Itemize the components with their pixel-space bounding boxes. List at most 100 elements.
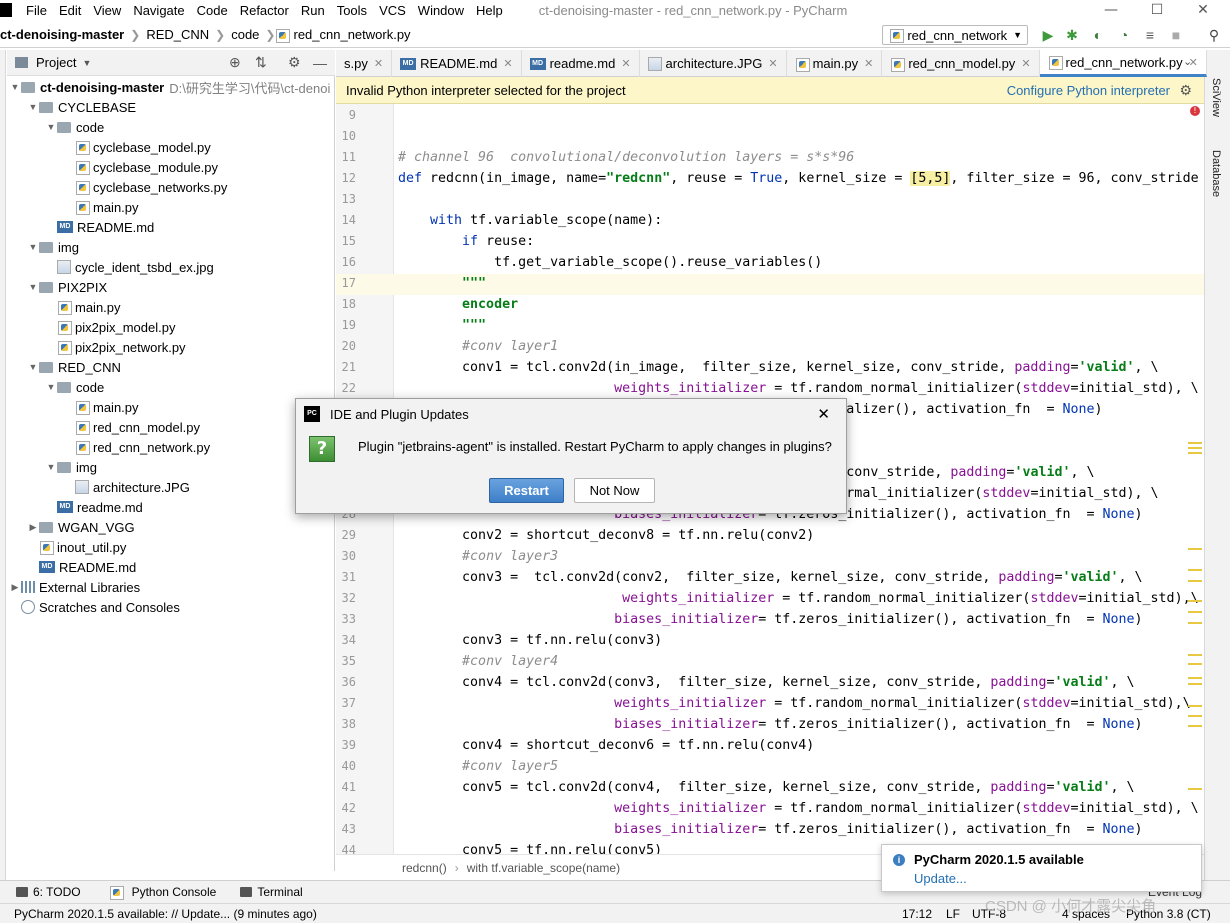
editor-tab[interactable]: s.py ✕ xyxy=(336,50,393,77)
code-line[interactable]: biases_initializer= tf.zeros_initializer… xyxy=(398,822,1142,837)
warning-stripe-mark[interactable] xyxy=(1188,452,1202,454)
close-tab-icon[interactable]: ✕ xyxy=(864,57,873,70)
tree-item[interactable]: red_cnn_model.py xyxy=(63,417,200,437)
warning-stripe-mark[interactable] xyxy=(1188,447,1202,449)
menu-file[interactable]: File xyxy=(20,3,53,18)
menu-help[interactable]: Help xyxy=(470,3,509,18)
gear-icon[interactable]: ⚙ xyxy=(1179,82,1192,99)
menu-run[interactable]: Run xyxy=(295,3,331,18)
coverage-icon[interactable]: ◐ xyxy=(1090,27,1106,43)
code-line[interactable]: conv3 = tf.nn.relu(conv3) xyxy=(398,633,662,648)
warning-stripe-mark[interactable] xyxy=(1188,654,1202,656)
run-icon[interactable]: ▶ xyxy=(1040,27,1056,43)
breadcrumb-scope[interactable]: with tf.variable_scope(name) xyxy=(467,861,620,875)
code-line[interactable]: weights_initializer = tf.random_normal_i… xyxy=(398,591,1198,606)
code-line[interactable]: if reuse: xyxy=(398,234,534,249)
search-icon[interactable]: ⚲ xyxy=(1206,27,1222,43)
tree-item[interactable]: main.py xyxy=(63,397,139,417)
code-line[interactable]: conv5 = tcl.conv2d(conv4, filter_size, k… xyxy=(398,780,1135,795)
code-line[interactable]: weights_initializer = tf.random_normal_i… xyxy=(398,696,1190,711)
maximize-icon[interactable]: ☐ xyxy=(1134,0,1180,20)
code-line[interactable]: """ xyxy=(398,318,486,333)
warning-stripe-mark[interactable] xyxy=(1188,683,1202,685)
warning-stripe-mark[interactable] xyxy=(1188,715,1202,717)
warning-stripe-mark[interactable] xyxy=(1188,705,1202,707)
menu-view[interactable]: View xyxy=(87,3,127,18)
code-line[interactable]: weights_initializer = tf.random_normal_i… xyxy=(398,381,1198,396)
hide-icon[interactable]: — xyxy=(313,55,327,71)
code-line[interactable]: #conv layer5 xyxy=(398,759,558,774)
warning-stripe-mark[interactable] xyxy=(1188,611,1202,613)
warning-stripe-mark[interactable] xyxy=(1188,600,1202,602)
expand-arrow-icon[interactable]: ▼ xyxy=(27,242,39,252)
breadcrumb-project[interactable]: ct-denoising-master xyxy=(0,27,130,42)
line-separator[interactable]: LF xyxy=(946,907,960,921)
status-message[interactable]: PyCharm 2020.1.5 available: // Update...… xyxy=(14,907,317,921)
warning-stripe-mark[interactable] xyxy=(1188,548,1202,550)
close-tab-icon[interactable]: ✕ xyxy=(621,57,630,70)
code-line[interactable]: biases_initializer= tf.zeros_initializer… xyxy=(398,717,1142,732)
code-line[interactable]: tf.get_variable_scope().reuse_variables(… xyxy=(398,255,822,270)
editor-tab[interactable]: architecture.JPG ✕ xyxy=(640,50,787,77)
code-line[interactable]: weights_initializer = tf.random_normal_i… xyxy=(398,801,1198,816)
code-line[interactable]: encoder xyxy=(398,297,518,312)
tree-item[interactable]: MD README.md xyxy=(45,217,154,237)
sciview-tab[interactable]: SciView xyxy=(1210,78,1222,117)
tree-item[interactable]: inout_util.py xyxy=(27,537,126,557)
code-line[interactable]: biases_initializer= tf.zeros_initializer… xyxy=(398,612,1142,627)
tree-item[interactable]: ▼ img xyxy=(45,457,97,477)
tree-item[interactable]: cyclebase_model.py xyxy=(63,137,211,157)
todo-tool-button[interactable]: 6: TODO xyxy=(16,885,81,899)
caret-position[interactable]: 17:12 xyxy=(902,907,932,921)
expand-arrow-icon[interactable]: ▼ xyxy=(45,122,57,132)
code-line[interactable]: """ xyxy=(398,276,486,291)
update-link[interactable]: Update... xyxy=(914,871,967,886)
code-line[interactable]: #conv layer3 xyxy=(398,549,558,564)
tree-item[interactable]: ▼ CYCLEBASE xyxy=(27,97,137,117)
menu-edit[interactable]: Edit xyxy=(53,3,87,18)
expand-arrow-icon[interactable]: ▼ xyxy=(27,362,39,372)
code-line[interactable]: conv2 = shortcut_deconv8 = tf.nn.relu(co… xyxy=(398,528,814,543)
minimize-icon[interactable]: — xyxy=(1088,0,1134,20)
warning-stripe-mark[interactable] xyxy=(1188,677,1202,679)
editor-tab[interactable]: MD readme.md ✕ xyxy=(522,50,640,77)
build-icon[interactable]: ≡ xyxy=(1142,27,1158,43)
warning-stripe-mark[interactable] xyxy=(1188,442,1202,444)
collapse-arrow-icon[interactable]: ▶ xyxy=(9,582,21,593)
debug-icon[interactable]: ✱ xyxy=(1064,27,1080,43)
warning-stripe-mark[interactable] xyxy=(1188,569,1202,571)
expand-arrow-icon[interactable]: ▼ xyxy=(9,82,21,92)
tree-item[interactable]: MD readme.md xyxy=(45,497,143,517)
close-tab-icon[interactable]: ✕ xyxy=(1021,57,1030,70)
editor-tab[interactable]: MD README.md ✕ xyxy=(392,50,522,77)
warning-stripe-mark[interactable] xyxy=(1188,788,1202,790)
chevron-down-icon[interactable]: ▼ xyxy=(82,58,91,68)
stop-icon[interactable]: ■ xyxy=(1168,27,1184,43)
code-line[interactable]: #conv layer1 xyxy=(398,339,558,354)
collapse-all-icon[interactable]: ⇅ xyxy=(255,54,267,71)
warning-stripe-mark[interactable] xyxy=(1188,663,1202,665)
chevron-down-icon[interactable]: ⌄ xyxy=(1183,55,1192,68)
menu-vcs[interactable]: VCS xyxy=(373,3,412,18)
tree-item[interactable]: cyclebase_networks.py xyxy=(63,177,227,197)
expand-arrow-icon[interactable]: ▼ xyxy=(27,282,39,292)
code-line[interactable]: conv4 = shortcut_deconv6 = tf.nn.relu(co… xyxy=(398,738,814,753)
tree-item[interactable]: ▶ External Libraries xyxy=(9,577,141,597)
configure-interpreter-link[interactable]: Configure Python interpreter xyxy=(1007,83,1170,98)
locate-icon[interactable]: ⊕ xyxy=(229,54,241,71)
warning-stripe-mark[interactable] xyxy=(1188,580,1202,582)
breadcrumb-code[interactable]: code xyxy=(225,27,265,42)
tree-item[interactable]: pix2pix_network.py xyxy=(45,337,186,357)
menu-code[interactable]: Code xyxy=(191,3,234,18)
database-tab[interactable]: Database xyxy=(1210,150,1222,197)
tree-item[interactable]: architecture.JPG xyxy=(63,477,190,497)
menu-navigate[interactable]: Navigate xyxy=(127,3,190,18)
expand-arrow-icon[interactable]: ▼ xyxy=(45,382,57,392)
terminal-tool-button[interactable]: Terminal xyxy=(240,885,303,899)
error-indicator-icon[interactable]: ! xyxy=(1190,106,1200,116)
tree-item[interactable]: red_cnn_network.py xyxy=(63,437,210,457)
warning-stripe-mark[interactable] xyxy=(1188,622,1202,624)
warning-stripe-mark[interactable] xyxy=(1188,725,1202,727)
expand-arrow-icon[interactable]: ▼ xyxy=(27,102,39,112)
tree-item[interactable]: ▶ WGAN_VGG xyxy=(27,517,135,537)
